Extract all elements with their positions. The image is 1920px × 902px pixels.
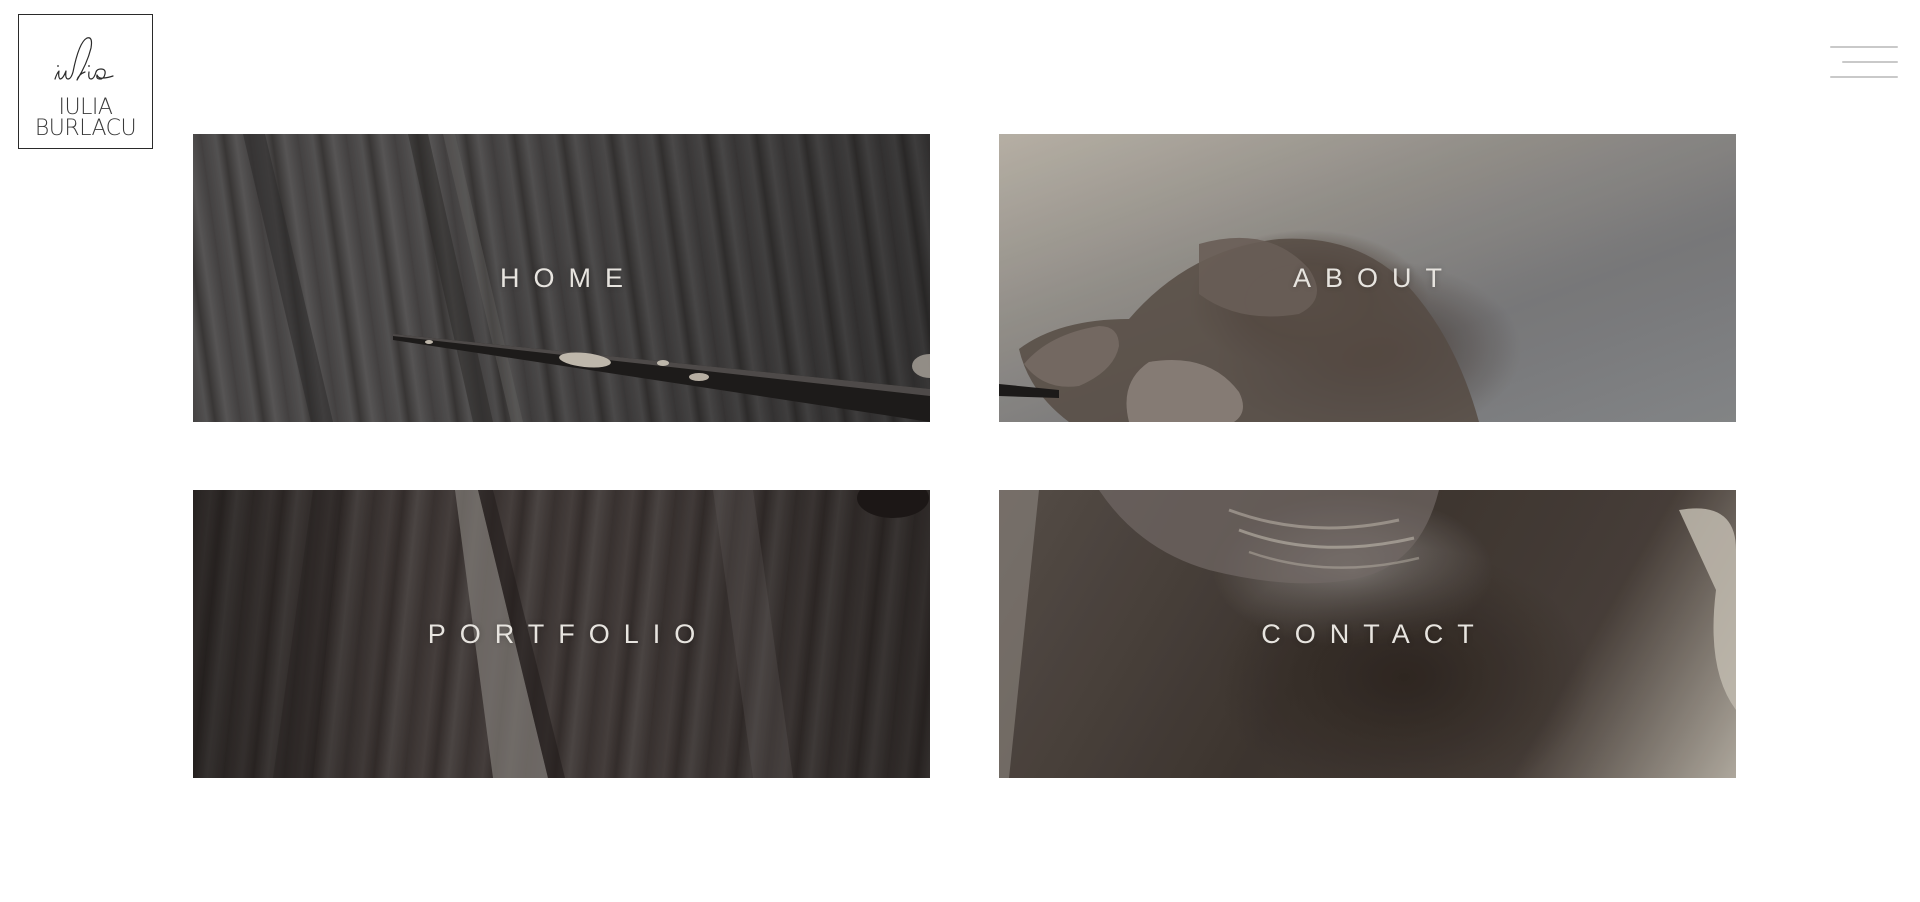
nav-tile-about[interactable]: ABOUT xyxy=(999,134,1736,422)
tile-contact-label: CONTACT xyxy=(1261,618,1488,649)
nav-tile-contact[interactable]: CONTACT xyxy=(999,490,1736,778)
menu-bar-middle xyxy=(1842,61,1898,63)
tile-about-label: ABOUT xyxy=(1292,262,1456,293)
page: IULIA BURLACU HOME ABOUT PORTFOLIO CONTA… xyxy=(0,0,1920,902)
menu-bar-top xyxy=(1830,46,1898,48)
nav-tile-portfolio[interactable]: PORTFOLIO xyxy=(193,490,930,778)
signature-logo-icon xyxy=(54,37,114,81)
hamburger-menu-icon[interactable] xyxy=(1830,44,1898,84)
menu-bar-bottom xyxy=(1830,76,1898,78)
tile-portfolio-label: PORTFOLIO xyxy=(427,618,710,649)
logo-name-line1: IULIA xyxy=(58,95,113,120)
site-logo[interactable]: IULIA BURLACU xyxy=(18,14,153,149)
logo-name-line2: BURLACU xyxy=(34,116,137,141)
logo-name: IULIA BURLACU xyxy=(19,95,152,141)
nav-tile-home[interactable]: HOME xyxy=(193,134,930,422)
tile-home-label: HOME xyxy=(500,262,637,293)
